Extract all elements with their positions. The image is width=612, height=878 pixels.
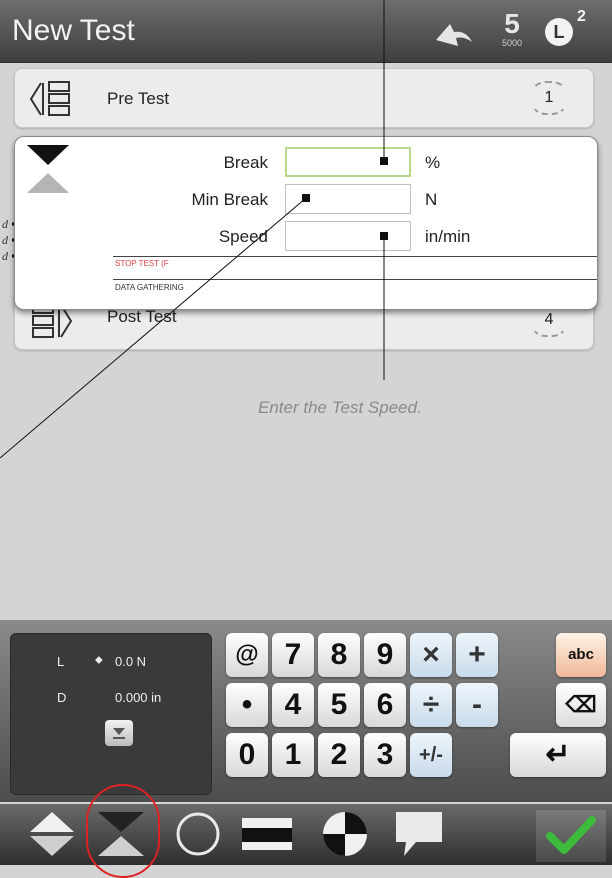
stage-label: Pre Test (107, 89, 170, 108)
key-0[interactable]: 0 (226, 733, 268, 777)
speed-row: Speed in/min (15, 221, 595, 251)
min-break-row: Min Break N (15, 184, 595, 214)
speed-input[interactable] (285, 221, 411, 251)
svg-text:d: d (2, 249, 9, 263)
key-7[interactable]: 7 (272, 633, 314, 677)
key-6[interactable]: 6 (364, 683, 406, 727)
load-cell-button[interactable]: 5 5000 (494, 10, 530, 54)
user-number: 2 (577, 8, 586, 25)
break-row: Break % (15, 147, 595, 177)
stage-number: 1 (529, 81, 569, 115)
break-input[interactable] (285, 147, 411, 177)
user-badge[interactable]: L (545, 18, 573, 46)
key-8[interactable]: 8 (318, 633, 360, 677)
enter-key[interactable]: ↵ (510, 733, 606, 777)
confirm-check-icon (546, 816, 596, 854)
svg-text:d: d (2, 217, 9, 231)
stage-label: Post Test (107, 307, 177, 326)
confirm-button[interactable] (536, 810, 606, 862)
readout-toggle-button[interactable] (105, 720, 133, 746)
key-2[interactable]: 2 (318, 733, 360, 777)
min-break-input[interactable] (285, 184, 411, 214)
min-break-unit: N (425, 190, 438, 209)
key-divide[interactable]: ÷ (410, 683, 452, 727)
load-value: 0.0 N (115, 654, 147, 669)
break-unit: % (425, 153, 441, 172)
key-5[interactable]: 5 (318, 683, 360, 727)
page-title: New Test (12, 14, 135, 47)
callout-caption: Enter the Test Speed. (258, 398, 422, 417)
backspace-key[interactable]: ⌫ (556, 683, 606, 727)
divider (113, 256, 597, 257)
break-settings-panel: Break % Min Break N Speed in/min STOP TE… (14, 136, 598, 310)
divider (113, 279, 597, 280)
key-abc[interactable]: abc (556, 633, 606, 677)
key-multiply[interactable]: × (410, 633, 452, 677)
target-icon[interactable] (318, 808, 372, 860)
key-1[interactable]: 1 (272, 733, 314, 777)
load-cell-value: 5 (504, 8, 520, 39)
key-3[interactable]: 3 (364, 733, 406, 777)
chevron-down-icon (113, 728, 125, 739)
svg-text:d: d (2, 233, 9, 247)
compression-icon[interactable] (26, 808, 78, 860)
key-minus[interactable]: - (456, 683, 498, 727)
stage-pre-test[interactable]: Pre Test 1 (14, 68, 594, 128)
break-icon[interactable] (94, 808, 148, 860)
load-label: L (57, 654, 65, 669)
stop-test-option[interactable]: STOP TEST (F (115, 259, 169, 268)
cycle-icon[interactable] (172, 808, 224, 860)
undo-icon[interactable] (432, 18, 476, 48)
disp-value: 0.000 in (115, 690, 162, 705)
key-plus-minus[interactable]: +/- (410, 733, 452, 777)
disp-label: D (57, 690, 67, 705)
load-cell-capacity: 5000 (501, 38, 523, 48)
data-gathering-option[interactable]: DATA GATHERING (115, 283, 184, 292)
key-plus[interactable]: + (456, 633, 498, 677)
live-readout-panel: L ⬥ 0.0 N D 0.000 in (10, 633, 212, 795)
hold-icon[interactable] (238, 808, 296, 860)
speed-unit: in/min (425, 227, 471, 246)
key-decimal[interactable]: • (226, 683, 268, 727)
key-4[interactable]: 4 (272, 683, 314, 727)
speed-label: Speed (218, 227, 268, 246)
key-9[interactable]: 9 (364, 633, 406, 677)
key-at[interactable]: @ (226, 633, 268, 677)
min-break-label: Min Break (191, 190, 268, 209)
load-arrows-icon: ⬥ (95, 654, 103, 666)
break-label: Break (223, 153, 268, 172)
comment-icon[interactable] (390, 808, 448, 860)
pre-test-icon (29, 81, 70, 116)
